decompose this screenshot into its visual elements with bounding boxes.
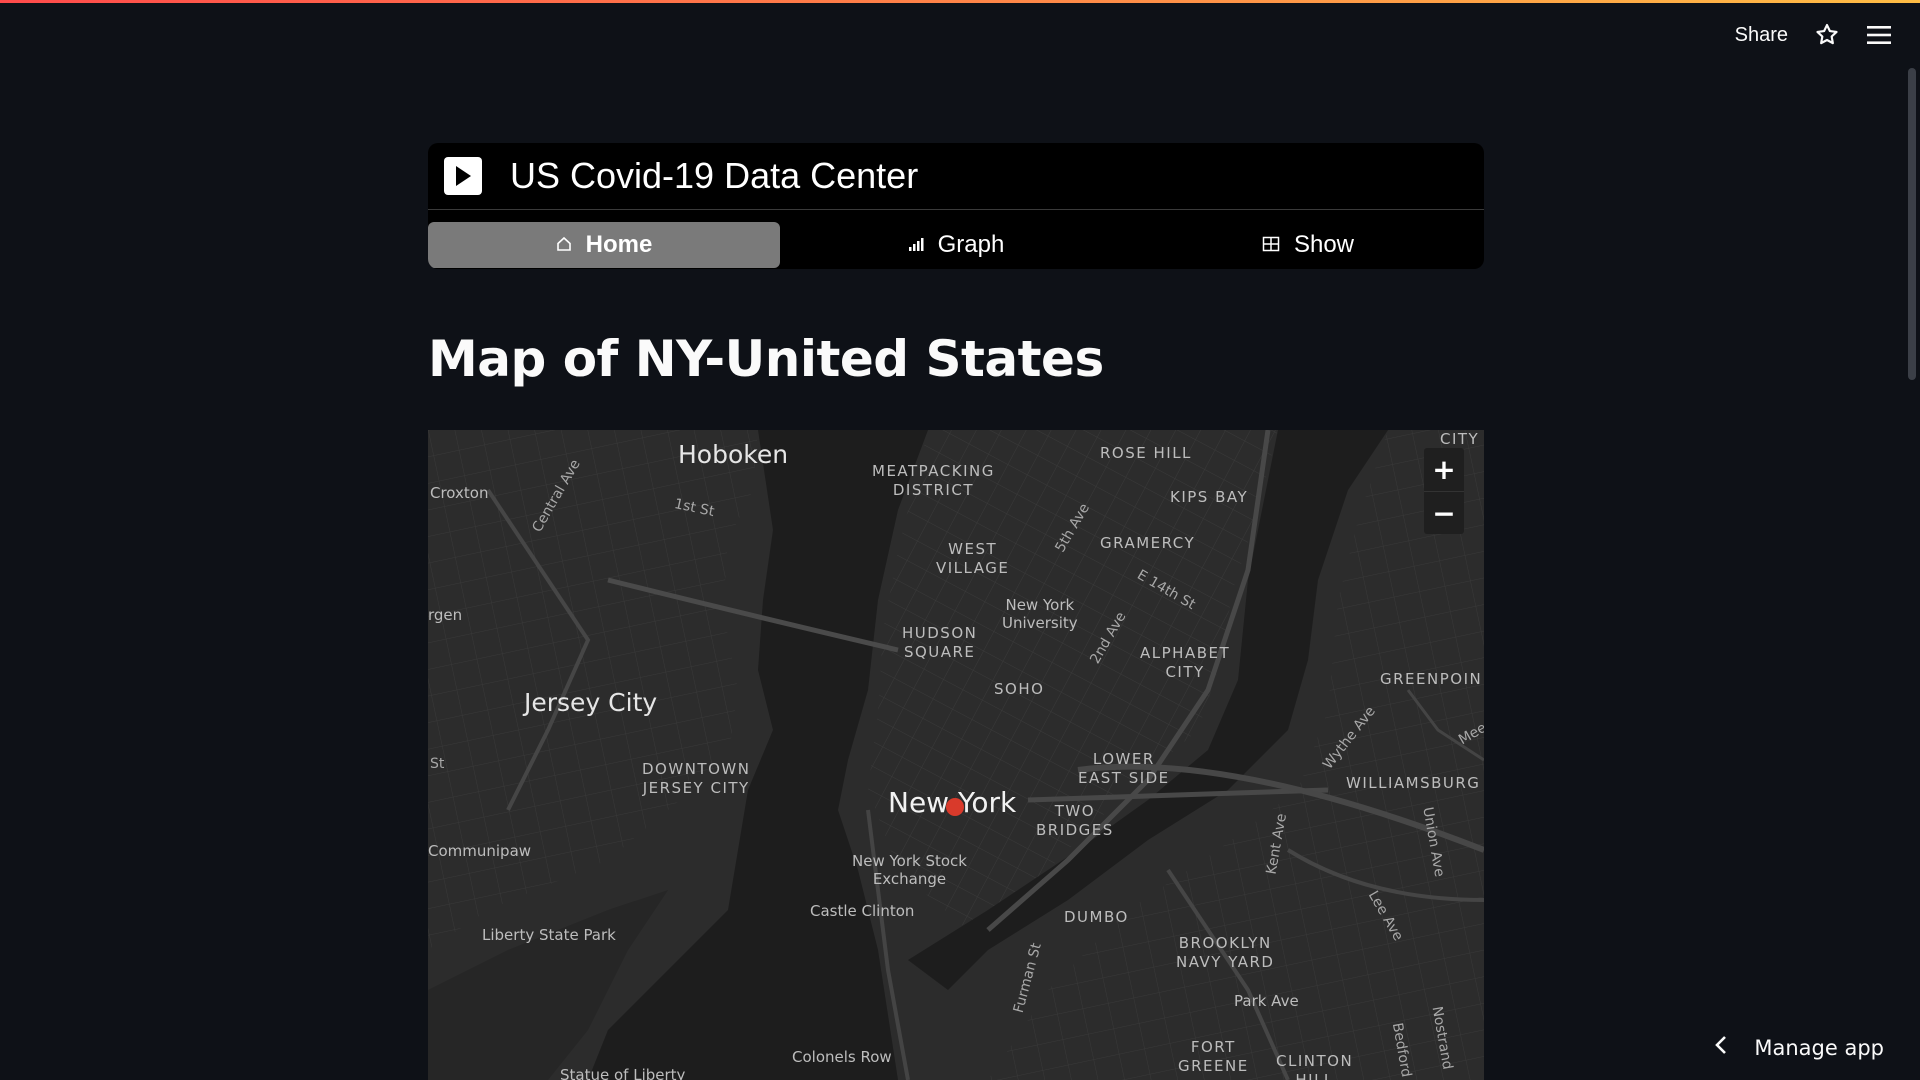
map-label-hoboken: Hoboken <box>678 440 789 469</box>
menu-header: US Covid-19 Data Center <box>428 143 1484 210</box>
table-icon <box>1262 231 1280 259</box>
star-icon[interactable] <box>1814 22 1840 48</box>
map-label-croxton: Croxton <box>430 484 489 502</box>
zoom-control: + − <box>1424 448 1464 534</box>
map-label-west-village: WEST VILLAGE <box>936 540 1010 577</box>
map-label-kips-bay: KIPS BAY <box>1170 488 1249 506</box>
map-label-rose-hill: ROSE HILL <box>1100 444 1192 462</box>
map-label-bergen: rgen <box>428 606 463 624</box>
map-label-jersey-city: Jersey City <box>524 688 658 717</box>
manage-app-button[interactable]: Manage app <box>1714 1035 1884 1060</box>
hamburger-menu-icon[interactable] <box>1866 24 1892 46</box>
top-decoration-bar <box>0 0 1920 3</box>
bar-chart-icon <box>908 231 924 259</box>
map-label-soho: SOHO <box>994 680 1045 698</box>
manage-app-label: Manage app <box>1754 1035 1884 1060</box>
play-icon <box>444 157 482 195</box>
map-label-hudson-square: HUDSON SQUARE <box>902 624 978 661</box>
map-label-alphabet-city: ALPHABET CITY <box>1140 644 1231 681</box>
map-label-statue-of-liberty: Statue of Liberty <box>560 1066 686 1080</box>
option-menu: US Covid-19 Data Center Home Graph Show <box>428 143 1484 269</box>
map-label-brooklyn-navy-yard: BROOKLYN NAVY YARD <box>1176 934 1275 971</box>
map-view[interactable]: Hoboken Croxton Central Ave 1st St MEATP… <box>428 430 1484 1080</box>
house-icon <box>556 231 572 259</box>
map-label-city: CITY <box>1440 430 1480 448</box>
zoom-in-button[interactable]: + <box>1424 448 1464 491</box>
tab-graph-label: Graph <box>937 231 1005 258</box>
map-label-st: St <box>430 756 445 772</box>
map-label-downtown-jc: DOWNTOWN JERSEY CITY <box>642 760 751 797</box>
map-label-dumbo: DUMBO <box>1064 908 1129 926</box>
map-label-lower-east-side: LOWER EAST SIDE <box>1078 750 1170 787</box>
menu-tabs: Home Graph Show <box>428 222 1484 268</box>
map-label-greenpoint: GREENPOIN <box>1380 670 1483 688</box>
map-label-fort-greene: FORT GREENE <box>1178 1038 1249 1075</box>
scrollbar[interactable] <box>1908 68 1916 380</box>
map-label-castle-clinton: Castle Clinton <box>810 902 915 920</box>
map-label-new-york: New York <box>888 786 1017 819</box>
map-label-colonels-row: Colonels Row <box>792 1048 892 1066</box>
map-label-williamsburg: WILLIAMSBURG <box>1346 774 1481 792</box>
tab-show-label: Show <box>1293 231 1355 258</box>
map-label-nyu: New York University <box>1002 596 1078 632</box>
tab-graph[interactable]: Graph <box>780 222 1132 268</box>
tab-home[interactable]: Home <box>428 222 780 268</box>
menu-title: US Covid-19 Data Center <box>510 155 919 196</box>
tab-show[interactable]: Show <box>1132 222 1484 268</box>
map-label-gramercy: GRAMERCY <box>1100 534 1196 552</box>
tab-home-label: Home <box>585 231 653 258</box>
map-label-clinton-hill: CLINTON HILL <box>1276 1052 1354 1080</box>
map-label-nyse: New York Stock Exchange <box>852 852 967 888</box>
map-label-meatpacking: MEATPACKING DISTRICT <box>872 462 995 499</box>
chevron-left-icon <box>1714 1035 1728 1060</box>
map-label-two-bridges: TWO BRIDGES <box>1036 802 1114 839</box>
map-label-park-ave: Park Ave <box>1234 992 1299 1010</box>
share-button[interactable]: Share <box>1735 24 1788 47</box>
map-label-liberty-state-park: Liberty State Park <box>482 926 616 944</box>
zoom-out-button[interactable]: − <box>1424 491 1464 535</box>
toolbar: Share <box>1735 22 1892 48</box>
map-label-communipaw: Communipaw <box>428 842 532 860</box>
page-title: Map of NY-United States <box>428 330 1104 388</box>
